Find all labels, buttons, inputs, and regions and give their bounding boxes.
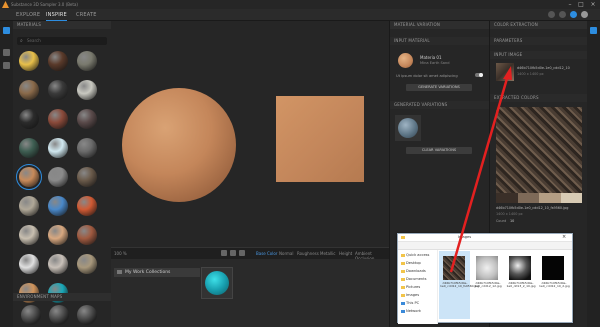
red-arrow-head <box>503 66 512 80</box>
drag-arrow-overlay <box>449 66 512 273</box>
red-arrow-line <box>449 74 510 273</box>
